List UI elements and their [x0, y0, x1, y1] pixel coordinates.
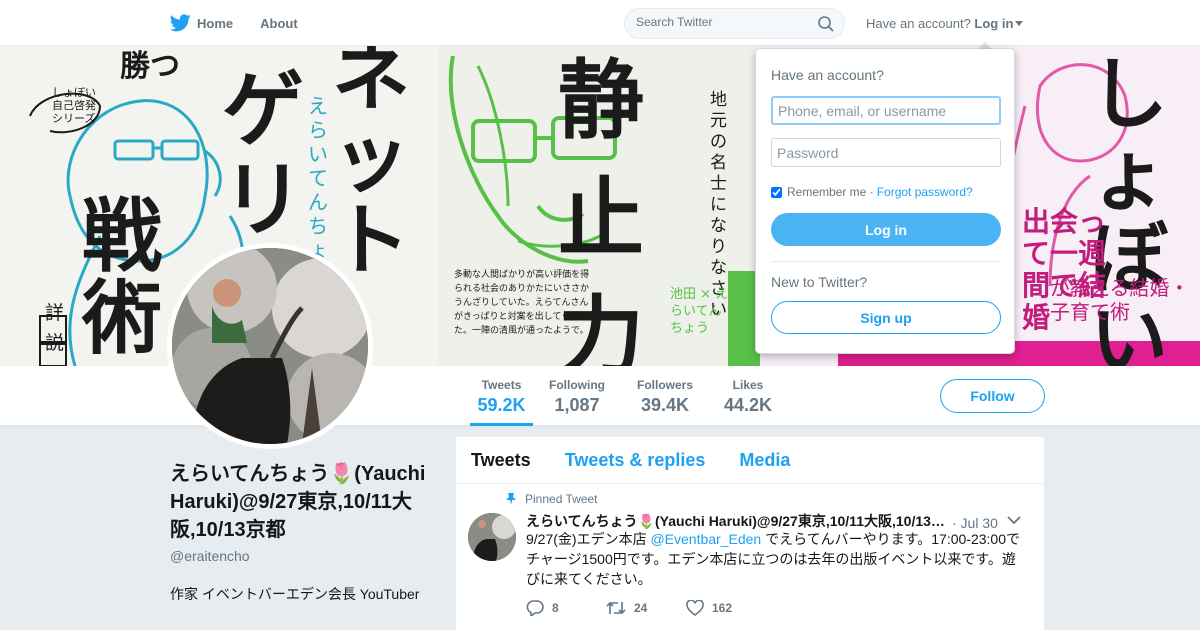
tweet-avatar[interactable] — [468, 513, 516, 561]
nav-home-link[interactable]: Home — [170, 14, 233, 32]
pin-icon — [506, 493, 516, 505]
tweet-mention-link[interactable]: @Eventbar_Eden — [650, 531, 761, 547]
forgot-password-link[interactable]: Forgot password? — [877, 185, 973, 199]
profile-bio: 作家 イベントバーエデン会長 YouTuber — [170, 586, 420, 602]
stat-tweets-label: Tweets — [481, 378, 522, 392]
like-count: 162 — [712, 601, 733, 615]
follow-button[interactable]: Follow — [940, 379, 1045, 413]
tweet-header: えらいてんちょう🌷(Yauchi Haruki)@9/27東京,10/11大阪,… — [526, 511, 1021, 531]
tweet-text: 9/27(金)エデン本店 @Eventbar_Eden でえらてんバーやります。… — [526, 529, 1026, 589]
book1-title-col3: ネット — [332, 46, 411, 286]
nav-home-label: Home — [197, 15, 234, 31]
reply-icon — [526, 600, 544, 616]
tweet-text-before: 9/27(金)エデン本店 — [526, 531, 651, 547]
stat-followers[interactable]: Followers 39.4K — [635, 378, 695, 416]
reply-action[interactable]: 8 — [526, 600, 606, 616]
username-field[interactable] — [771, 96, 1001, 125]
have-account-text: Have an account? — [866, 16, 971, 31]
search-box — [624, 8, 845, 39]
stat-tweets[interactable]: Tweets 59.2K — [470, 378, 533, 426]
login-toggle-label[interactable]: Log in — [974, 16, 1013, 31]
stat-following[interactable]: Following 1,087 — [547, 378, 607, 416]
reply-count: 8 — [552, 601, 559, 615]
account-login-toggle[interactable]: Have an account? Log in — [866, 16, 1024, 31]
book2-blurb: 多動な人間ばかりが高い評価を得られる社会のありかたにいささかうんざりしていた。え… — [454, 270, 590, 336]
avatar-photo-art — [172, 248, 368, 444]
nav-left-group: Home About — [170, 0, 325, 46]
twitter-bird-icon — [170, 14, 191, 32]
book3-note: が教える結婚・子育て術 — [1050, 276, 1190, 324]
nav-about-link[interactable]: About — [260, 16, 298, 31]
stat-likes[interactable]: Likes 44.2K — [722, 378, 774, 416]
book1-series: しょぼい自己啓発シリーズ — [52, 86, 96, 125]
book2-authors: 池田 × えらいてんちょう — [670, 287, 729, 336]
tweet-avatar-art — [468, 513, 516, 561]
pinned-indicator: Pinned Tweet — [506, 492, 598, 506]
profile-avatar[interactable] — [167, 243, 373, 449]
search-input[interactable] — [636, 15, 816, 29]
signup-button[interactable]: Sign up — [771, 301, 1001, 334]
password-field[interactable] — [771, 138, 1001, 167]
heart-icon — [686, 600, 704, 616]
pinned-tweet[interactable]: Pinned Tweet えらいてんちょう🌷(Yauchi Haruki)@9/… — [456, 437, 1044, 630]
remember-me-row: Remember me · Forgot password? — [771, 185, 973, 199]
book1-author-vertical: えらいてんちょ — [308, 94, 328, 262]
profile-info: えらいてんちょう🌷(Yauchi Haruki)@9/27東京,10/11大阪,… — [170, 460, 440, 604]
stat-followers-label: Followers — [636, 378, 693, 392]
book1-tag: 詳説 — [45, 302, 65, 354]
tweet-options-chevron-icon[interactable] — [1007, 515, 1021, 525]
stat-following-value: 1,087 — [554, 395, 600, 415]
stat-likes-value: 44.2K — [723, 395, 773, 415]
tweet-author-name[interactable]: えらいてんちょう🌷(Yauchi Haruki)@9/27東京,10/11大阪,… — [526, 511, 946, 531]
login-dropdown-title: Have an account? — [771, 67, 884, 83]
retweet-action[interactable]: 24 — [606, 600, 686, 616]
remember-me-label: Remember me · — [787, 185, 874, 199]
retweet-count: 24 — [634, 601, 648, 615]
book1-title-col1: 戦術 — [82, 190, 162, 365]
top-navigation-bar: Home About Have an account? Log in — [0, 0, 1200, 46]
stat-tweets-value: 59.2K — [477, 395, 526, 415]
stat-following-label: Following — [549, 378, 605, 392]
search-icon[interactable] — [818, 16, 834, 32]
like-action[interactable]: 162 — [686, 600, 766, 616]
retweet-icon — [606, 601, 626, 615]
profile-handle[interactable]: @eraitencho — [170, 548, 440, 564]
tweet-actions: 8 24 162 — [526, 600, 766, 616]
login-dropdown: Have an account? Remember me · Forgot pa… — [755, 42, 1015, 354]
nav-about-label: About — [260, 15, 298, 31]
stat-likes-label: Likes — [732, 378, 764, 392]
dropdown-divider — [771, 261, 1001, 262]
stat-followers-value: 39.4K — [640, 395, 690, 415]
profile-name[interactable]: えらいてんちょう🌷(Yauchi Haruki)@9/27東京,10/11大阪,… — [170, 460, 440, 544]
banner-book-2: 静止力 地元の名士になりなさい 多動な人間ばかりが高い評価を得られる社会のありか… — [438, 46, 760, 366]
book1-word-top: 勝つ — [120, 49, 180, 84]
new-to-twitter-text: New to Twitter? — [771, 274, 868, 290]
remember-me-checkbox[interactable] — [771, 186, 782, 198]
caret-down-icon — [1015, 21, 1024, 26]
pinned-label: Pinned Tweet — [525, 492, 598, 506]
avatar-photo — [172, 248, 368, 444]
login-submit-button[interactable]: Log in — [771, 213, 1001, 246]
